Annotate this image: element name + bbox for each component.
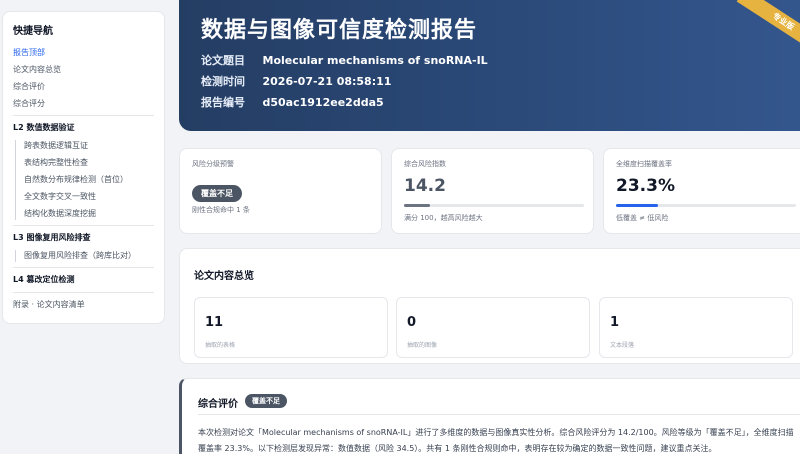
coverage-label: 全维度扫描覆盖率 bbox=[616, 160, 672, 168]
coverage-bar bbox=[616, 204, 796, 207]
evaluation-divider bbox=[198, 414, 800, 415]
evaluation-text: 本次检测对论文「Molecular mechanisms of snoRNA-I… bbox=[198, 428, 794, 453]
risk-index-bar-fill bbox=[404, 204, 430, 207]
detect-time-key: 检测时间 bbox=[201, 75, 245, 88]
overview-tables-card: 11 抽取的表格 bbox=[194, 297, 388, 358]
paper-title-row: 论文题目 Molecular mechanisms of snoRNA-IL bbox=[201, 52, 488, 68]
evaluation-badge: 覆盖不足 bbox=[245, 394, 287, 408]
nav-content-overview[interactable]: 论文内容总览 bbox=[13, 64, 154, 76]
sidebar-title: 快捷导航 bbox=[13, 26, 53, 37]
sidebar-divider bbox=[13, 292, 154, 293]
overview-images-card: 0 抽取的图像 bbox=[396, 297, 590, 358]
risk-index-card: 综合风险指数 14.2 满分 100，越高风险越大 bbox=[391, 148, 594, 234]
coverage-value: 23.3% bbox=[616, 176, 675, 196]
nav-l2-item[interactable]: 自然数分布规律检测（首位） bbox=[24, 174, 154, 186]
sidebar-divider bbox=[13, 267, 154, 268]
report-id-row: 报告编号 d50ac1912ee2dda5 bbox=[201, 94, 384, 110]
risk-index-note: 满分 100，越高风险越大 bbox=[404, 214, 483, 222]
sidebar-divider bbox=[13, 225, 154, 226]
risk-index-value: 14.2 bbox=[404, 176, 446, 196]
overview-paragraphs-card: 1 文本段落 bbox=[599, 297, 793, 358]
coverage-bar-fill bbox=[616, 204, 658, 207]
risk-index-label: 综合风险指数 bbox=[404, 160, 446, 168]
paper-title-value: Molecular mechanisms of snoRNA-IL bbox=[262, 54, 488, 67]
paper-title-key: 论文题目 bbox=[201, 54, 245, 67]
report-header: 数据与图像可信度检测报告 论文题目 Molecular mechanisms o… bbox=[179, 0, 800, 131]
risk-level-label: 风险分级预警 bbox=[192, 160, 234, 168]
detect-time-row: 检测时间 2026-07-21 08:58:11 bbox=[201, 73, 391, 89]
risk-level-badge: 覆盖不足 bbox=[192, 185, 242, 202]
report-title: 数据与图像可信度检测报告 bbox=[201, 18, 478, 43]
nav-report-top[interactable]: 报告顶部 bbox=[13, 47, 154, 59]
overview-paragraphs-label: 文本段落 bbox=[610, 342, 635, 349]
overview-images-label: 抽取的图像 bbox=[407, 342, 438, 349]
nav-section-l3[interactable]: L3 图像复用风险排查 bbox=[13, 232, 154, 244]
nav-section-l4[interactable]: L4 篡改定位检测 bbox=[13, 274, 154, 286]
nav-appendix[interactable]: 附录 · 论文内容清单 bbox=[13, 299, 154, 311]
overview-title: 论文内容总览 bbox=[194, 271, 254, 282]
overview-paragraphs-count: 1 bbox=[610, 315, 620, 330]
nav-l2-item[interactable]: 表结构完整性检查 bbox=[24, 157, 154, 169]
nav-l2-item[interactable]: 跨表数据逻辑互证 bbox=[24, 140, 154, 152]
risk-index-bar bbox=[404, 204, 584, 207]
nav-l3-group: 图像复用风险排查（跨库比对） bbox=[15, 250, 154, 262]
coverage-note: 低覆盖 ≠ 低风险 bbox=[616, 214, 669, 222]
nav-l2-item[interactable]: 结构化数据深度挖掘 bbox=[24, 208, 154, 220]
nav-overall-score[interactable]: 综合评分 bbox=[13, 98, 154, 110]
overview-tables-count: 11 bbox=[205, 315, 224, 330]
risk-level-note: 刚性合规命中 1 条 bbox=[192, 206, 250, 214]
content-overview-section: 论文内容总览 11 抽取的表格 0 抽取的图像 1 文本段落 bbox=[179, 248, 800, 364]
risk-level-card: 风险分级预警 覆盖不足 刚性合规命中 1 条 bbox=[179, 148, 382, 234]
pro-edition-ribbon: 专业版 bbox=[736, 0, 800, 56]
overview-tables-label: 抽取的表格 bbox=[205, 342, 236, 349]
quick-nav-sidebar: 快捷导航 报告顶部 论文内容总览 综合评价 综合评分 L2 数值数据验证 跨表数… bbox=[2, 11, 165, 324]
nav-l2-group: 跨表数据逻辑互证 表结构完整性检查 自然数分布规律检测（首位） 全文数字交叉一致… bbox=[15, 140, 154, 220]
overall-evaluation-section: 综合评价 覆盖不足 本次检测对论文「Molecular mechanisms o… bbox=[179, 378, 800, 454]
nav-overall-evaluation[interactable]: 综合评价 bbox=[13, 81, 154, 93]
nav-l2-item[interactable]: 全文数字交叉一致性 bbox=[24, 191, 154, 203]
overview-images-count: 0 bbox=[407, 315, 417, 330]
evaluation-title: 综合评价 bbox=[198, 399, 238, 410]
nav-section-l2[interactable]: L2 数值数据验证 bbox=[13, 122, 154, 134]
detect-time-value: 2026-07-21 08:58:11 bbox=[262, 75, 392, 88]
report-id-key: 报告编号 bbox=[201, 96, 245, 109]
nav-l3-item[interactable]: 图像复用风险排查（跨库比对） bbox=[24, 250, 154, 262]
report-id-value: d50ac1912ee2dda5 bbox=[262, 96, 384, 109]
sidebar-divider bbox=[13, 115, 154, 116]
coverage-card: 全维度扫描覆盖率 23.3% 低覆盖 ≠ 低风险 bbox=[603, 148, 800, 234]
